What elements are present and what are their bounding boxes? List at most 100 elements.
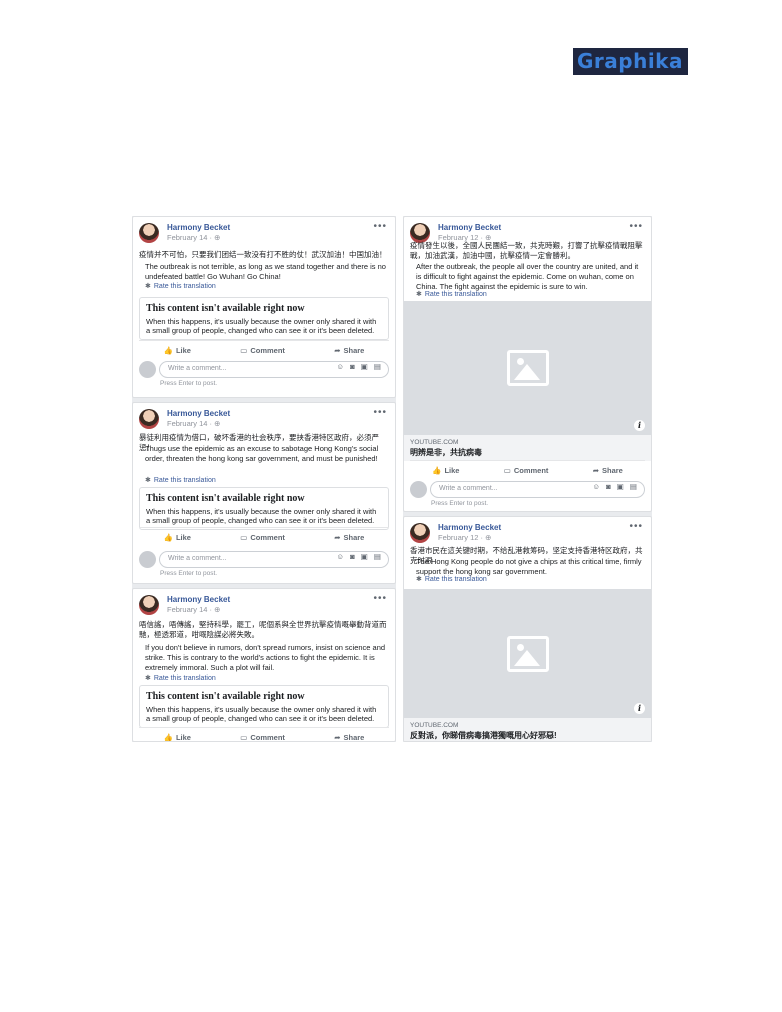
avatar[interactable] (139, 595, 159, 615)
comment-hint: Press Enter to post. (160, 570, 218, 577)
like-button[interactable]: 👍 Like (164, 346, 191, 355)
rate-translation-link[interactable]: Rate this translation (425, 291, 487, 298)
speech-bubble-icon: ▭ (240, 346, 248, 355)
share-arrow-icon: ➦ (334, 733, 341, 742)
link-preview[interactable]: YOUTUBE.COM 反對派，你睇借病毒搞港獨嘅用心好邪惡! (404, 718, 651, 741)
post-actions: 👍 Like ▭ Comment ➦ Share (139, 527, 389, 542)
avatar (139, 551, 156, 568)
thumbs-up-icon: 👍 (432, 466, 442, 475)
speech-bubble-icon: ▭ (240, 533, 248, 542)
left-screenshot: Harmony Becket February 14 · ⊕ ••• 疫情并不可… (132, 216, 396, 742)
link-preview[interactable]: YOUTUBE.COM 明辨是非，共抗病毒 (404, 435, 651, 461)
post-translation: If you don't believe in rumors, don't sp… (145, 643, 386, 672)
gear-icon: ✱ (416, 576, 422, 583)
share-button[interactable]: ➦ Share (593, 466, 623, 475)
globe-icon: ⊕ (214, 419, 221, 428)
avatar[interactable] (139, 409, 159, 429)
post-actions: 👍 Like ▭ Comment ➦ Share (139, 727, 389, 742)
gear-icon: ✱ (145, 675, 151, 682)
more-icon[interactable]: ••• (629, 521, 643, 532)
post-actions: 👍 Like ▭ Comment ➦ Share (410, 460, 645, 475)
comment-button[interactable]: ▭ Comment (240, 346, 285, 355)
post-translation: The Hong Kong people do not give a chips… (416, 557, 642, 576)
post-original-text: 疫情并不可怕，只要我们团结一致没有打不胜的仗！武汉加油！中国加油！ (139, 250, 387, 259)
emoji-icon[interactable]: ☺ ◙ ▣ ▤ (336, 552, 383, 561)
comment-button[interactable]: ▭ Comment (240, 733, 285, 742)
more-icon[interactable]: ••• (629, 221, 643, 232)
globe-icon: ⊕ (214, 605, 221, 614)
author-name[interactable]: Harmony Becket (167, 409, 230, 419)
unavailable-title: This content isn't available right now (146, 303, 305, 314)
unavailable-content-box: This content isn't available right now W… (139, 487, 389, 530)
post-date[interactable]: February 12 · (438, 533, 485, 542)
comment-button[interactable]: ▭ Comment (504, 466, 549, 475)
share-arrow-icon: ➦ (592, 466, 599, 475)
post-date[interactable]: February 14 · (167, 419, 214, 428)
post-translation: The outbreak is not terrible, as long as… (145, 262, 386, 281)
info-icon[interactable]: i (634, 703, 645, 714)
right-screenshot: Harmony Becket February 12 · ⊕ ••• 疫情發生以… (403, 216, 652, 742)
more-icon[interactable]: ••• (373, 593, 387, 604)
rate-translation-link[interactable]: Rate this translation (425, 576, 487, 583)
globe-icon: ⊕ (214, 233, 221, 242)
share-arrow-icon: ➦ (334, 533, 341, 542)
image-placeholder-icon (506, 350, 549, 386)
avatar (139, 361, 156, 378)
speech-bubble-icon: ▭ (503, 466, 511, 475)
rate-translation-link[interactable]: Rate this translation (154, 477, 216, 484)
share-button[interactable]: ➦ Share (334, 733, 364, 742)
avatar[interactable] (410, 223, 430, 243)
more-icon[interactable]: ••• (373, 407, 387, 418)
rate-translation-link[interactable]: Rate this translation (154, 283, 216, 290)
post-card: Harmony Becket February 12 · ⊕ ••• 香港市民在… (403, 516, 652, 742)
like-button[interactable]: 👍 Like (163, 733, 191, 742)
author-name[interactable]: Harmony Becket (438, 523, 501, 533)
post-actions: 👍 Like ▭ Comment ➦ Share (139, 340, 389, 355)
unavailable-title: This content isn't available right now (146, 493, 305, 504)
link-preview-image[interactable]: i (404, 589, 651, 718)
author-name[interactable]: Harmony Becket (167, 223, 230, 233)
speech-bubble-icon: ▭ (240, 733, 248, 742)
comment-button[interactable]: ▭ Comment (240, 533, 285, 542)
like-button[interactable]: 👍 Like (432, 466, 459, 475)
unavailable-description: When this happens, it's usually because … (146, 705, 377, 723)
link-domain: YOUTUBE.COM (410, 439, 459, 446)
post-card: Harmony Becket February 14 · ⊕ ••• 唔信謠，唔… (132, 588, 396, 742)
post-date[interactable]: February 14 · (167, 233, 214, 242)
thumbs-up-icon: 👍 (163, 533, 173, 542)
comment-hint: Press Enter to post. (160, 380, 218, 387)
share-button[interactable]: ➦ Share (334, 533, 364, 542)
comment-composer: Write a comment... ☺ ◙ ▣ ▤ Press Enter t… (139, 359, 389, 389)
link-preview-image[interactable]: i (404, 301, 651, 435)
author-name[interactable]: Harmony Becket (438, 223, 501, 233)
more-icon[interactable]: ••• (373, 221, 387, 232)
post-card: Harmony Becket February 14 · ⊕ ••• 暴徒利用疫… (132, 402, 396, 584)
unavailable-content-box: This content isn't available right now W… (139, 297, 389, 340)
share-button[interactable]: ➦ Share (334, 346, 364, 355)
author-name[interactable]: Harmony Becket (167, 595, 230, 605)
comment-composer: Write a comment... ☺ ◙ ▣ ▤ Press Enter t… (139, 549, 389, 579)
post-translation: Thugs use the epidemic as an excuse to s… (145, 444, 379, 463)
avatar[interactable] (410, 523, 430, 543)
link-title: 反對派，你睇借病毒搞港獨嘅用心好邪惡! (410, 731, 557, 740)
like-button[interactable]: 👍 Like (164, 533, 191, 542)
emoji-icon[interactable]: ☺ ◙ ▣ ▤ (592, 482, 639, 491)
globe-icon: ⊕ (485, 533, 492, 542)
rate-translation-link[interactable]: Rate this translation (154, 675, 216, 682)
info-icon[interactable]: i (634, 420, 645, 431)
graphika-logo: Graphika (573, 48, 688, 75)
unavailable-description: When this happens, it's usually because … (146, 317, 377, 335)
comment-composer: Write a comment... ☺ ◙ ▣ ▤ Press Enter t… (410, 479, 645, 509)
image-placeholder-icon (506, 635, 549, 672)
post-card: Harmony Becket February 14 · ⊕ ••• 疫情并不可… (132, 216, 396, 398)
gear-icon: ✱ (145, 477, 151, 484)
emoji-icon[interactable]: ☺ ◙ ▣ ▤ (336, 362, 383, 371)
avatar (410, 481, 427, 498)
post-original-text: 唔信謠，唔傳謠，堅持科學，罷工，呢個系與全世界抗擊疫情嘅舉動背道而馳，極透邪道，… (139, 620, 387, 639)
avatar[interactable] (139, 223, 159, 243)
link-title: 明辨是非，共抗病毒 (410, 448, 482, 457)
comment-hint: Press Enter to post. (431, 500, 489, 507)
post-date[interactable]: February 14 · (167, 605, 214, 614)
post-card: Harmony Becket February 12 · ⊕ ••• 疫情發生以… (403, 216, 652, 512)
thumbs-up-icon: 👍 (163, 733, 173, 742)
